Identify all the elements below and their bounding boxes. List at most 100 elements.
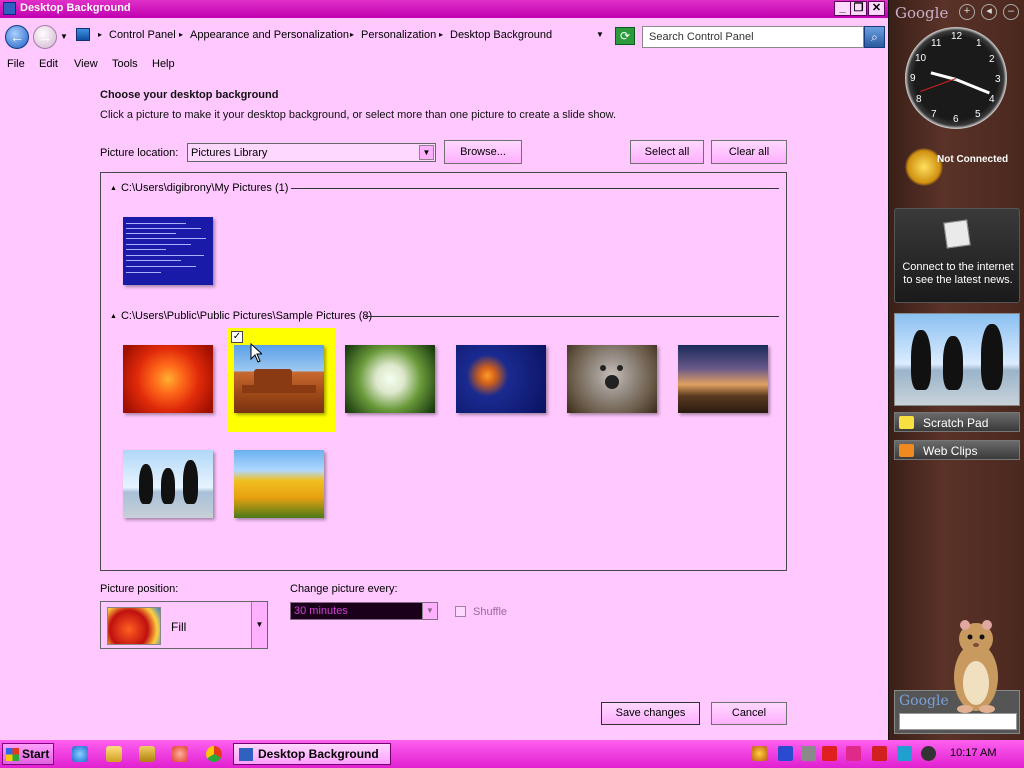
breadcrumb-desktop-background[interactable]: Desktop Background [450, 29, 552, 41]
address-dropdown-icon[interactable]: ▼ [596, 30, 604, 39]
tray-network-icon[interactable] [897, 746, 912, 761]
picture-location-select[interactable]: Pictures Library ▼ [187, 143, 436, 162]
thumbnail-jellyfish[interactable] [456, 345, 546, 413]
shuffle-label[interactable]: Shuffle [473, 606, 507, 618]
clock-number: 1 [976, 38, 982, 49]
breadcrumb-appearance[interactable]: Appearance and Personalization [190, 29, 349, 41]
weather-status: Not Connected [937, 154, 1009, 165]
chevron-down-icon[interactable]: ▼ [419, 145, 434, 160]
windows-logo-icon [6, 748, 19, 761]
mouse-cursor-icon [250, 343, 262, 363]
tray-app-icon[interactable] [846, 746, 861, 761]
change-interval-select[interactable]: 30 minutes ▼ [290, 602, 438, 620]
breadcrumb-separator-icon[interactable]: ▸ [439, 30, 443, 39]
add-gadget-icon[interactable]: + [959, 4, 975, 20]
tray-antivirus-icon[interactable] [822, 746, 837, 761]
thumbnail-desert[interactable] [234, 345, 324, 413]
menu-tools[interactable]: Tools [112, 58, 138, 70]
tray-messenger-icon[interactable] [778, 746, 793, 761]
menu-view[interactable]: View [74, 58, 98, 70]
minimize-sidebar-icon[interactable]: – [1003, 4, 1019, 20]
menu-edit[interactable]: Edit [39, 58, 58, 70]
change-interval-value: 30 minutes [294, 605, 348, 617]
thumbnail-lighthouse[interactable] [678, 345, 768, 413]
tray-volume-icon[interactable] [921, 746, 936, 761]
save-changes-button[interactable]: Save changes [601, 702, 700, 725]
control-panel-icon [76, 28, 90, 41]
start-button[interactable]: Start [2, 743, 54, 765]
group-header-sample-pictures[interactable]: ▲ C:\Users\Public\Public Pictures\Sample … [110, 310, 372, 322]
media-player-icon[interactable] [139, 746, 155, 762]
search-input[interactable]: Search Control Panel [642, 26, 864, 48]
tray-flag-icon[interactable] [872, 746, 887, 761]
cancel-button[interactable]: Cancel [711, 702, 787, 725]
title-bar[interactable]: Desktop Background _ ❐ ✕ [0, 0, 888, 18]
thumbnail-chrysanthemum[interactable] [123, 345, 213, 413]
web-clips-gadget[interactable]: Web Clips [894, 440, 1020, 460]
search-icon[interactable]: ⌕ [864, 26, 885, 48]
clock-number: 7 [931, 109, 937, 120]
hamster-gadget-icon[interactable] [947, 615, 1005, 715]
shuffle-checkbox[interactable] [455, 606, 466, 617]
menu-file[interactable]: File [7, 58, 25, 70]
google-logo: Google [895, 4, 949, 22]
select-all-button[interactable]: Select all [630, 140, 704, 164]
collapse-icon[interactable]: ▲ [110, 185, 117, 192]
clock-number: 3 [995, 74, 1001, 85]
chrome-icon[interactable] [206, 746, 222, 762]
desktop-background-window: Desktop Background _ ❐ ✕ ← → ▼ ▸ Control… [0, 0, 888, 740]
google-logo: Google [899, 693, 949, 709]
start-label: Start [22, 747, 50, 761]
slideshow-gadget[interactable] [894, 313, 1020, 406]
chevron-down-icon[interactable]: ▼ [422, 603, 437, 619]
tray-tool-icon[interactable] [801, 746, 816, 761]
taskbar-item-desktop-background[interactable]: Desktop Background [233, 743, 391, 765]
browse-button[interactable]: Browse... [444, 140, 522, 164]
close-button[interactable]: ✕ [868, 1, 885, 16]
news-gadget[interactable]: Connect to the internet to see the lates… [894, 208, 1020, 303]
group-header-text: C:\Users\Public\Public Pictures\Sample P… [120, 310, 373, 322]
chevron-down-icon[interactable]: ▼ [251, 602, 267, 648]
folder-icon[interactable] [106, 746, 122, 762]
app-quicklaunch-icon[interactable] [172, 746, 188, 762]
tray-firefox-icon[interactable] [752, 746, 767, 761]
note-icon [899, 416, 914, 429]
recent-pages-dropdown-icon[interactable]: ▼ [60, 32, 68, 41]
minimize-button[interactable]: _ [834, 1, 851, 16]
forward-arrow-icon: → [38, 29, 52, 45]
previous-icon[interactable]: ◂ [981, 4, 997, 20]
refresh-button[interactable]: ⟳ [615, 27, 635, 45]
back-button[interactable]: ← [5, 25, 29, 49]
internet-explorer-icon[interactable] [72, 746, 88, 762]
scratch-pad-label: Scratch Pad [923, 416, 989, 430]
thumbnail-hydrangeas[interactable] [345, 345, 435, 413]
thumbnail-checkbox[interactable]: ✓ [231, 331, 243, 343]
breadcrumb-separator-icon[interactable]: ▸ [179, 30, 183, 39]
taskbar: Start Desktop Background 10:17 AM [0, 740, 1024, 768]
breadcrumb-separator-icon[interactable]: ▸ [98, 30, 102, 39]
menu-help[interactable]: Help [152, 58, 175, 70]
scratch-pad-gadget[interactable]: Scratch Pad [894, 412, 1020, 432]
picture-gallery[interactable]: ▲ C:\Users\digibrony\My Pictures (1) ▲ C:\… [100, 172, 787, 571]
group-header-my-pictures[interactable]: ▲ C:\Users\digibrony\My Pictures (1) [110, 182, 288, 194]
window-icon [3, 2, 16, 15]
clear-all-button[interactable]: Clear all [711, 140, 787, 164]
breadcrumb-personalization[interactable]: Personalization [361, 29, 436, 41]
taskbar-clock[interactable]: 10:17 AM [950, 747, 996, 759]
thumbnail-penguins[interactable] [123, 450, 213, 518]
breadcrumb-control-panel[interactable]: Control Panel [109, 29, 176, 41]
collapse-icon[interactable]: ▲ [110, 313, 117, 320]
windows-sidebar: Google + ◂ – 12 1 2 3 4 5 6 7 8 9 10 11 … [888, 0, 1024, 740]
breadcrumb-separator-icon[interactable]: ▸ [350, 30, 354, 39]
thumbnail-blue-screen[interactable] [123, 217, 213, 285]
forward-button[interactable]: → [33, 25, 57, 49]
thumbnail-koala[interactable] [567, 345, 657, 413]
picture-position-select[interactable]: Fill ▼ [100, 601, 268, 649]
thumbnail-tulips[interactable] [234, 450, 324, 518]
group-header-text: C:\Users\digibrony\My Pictures (1) [120, 182, 289, 194]
clock-gadget[interactable]: 12 1 2 3 4 5 6 7 8 9 10 11 [905, 27, 1007, 129]
clock-number: 8 [916, 94, 922, 105]
breadcrumb[interactable]: ▸ Control Panel ▸ Appearance and Persona… [72, 25, 608, 47]
maximize-button[interactable]: ❐ [850, 1, 867, 16]
google-search-input[interactable] [899, 713, 1017, 730]
